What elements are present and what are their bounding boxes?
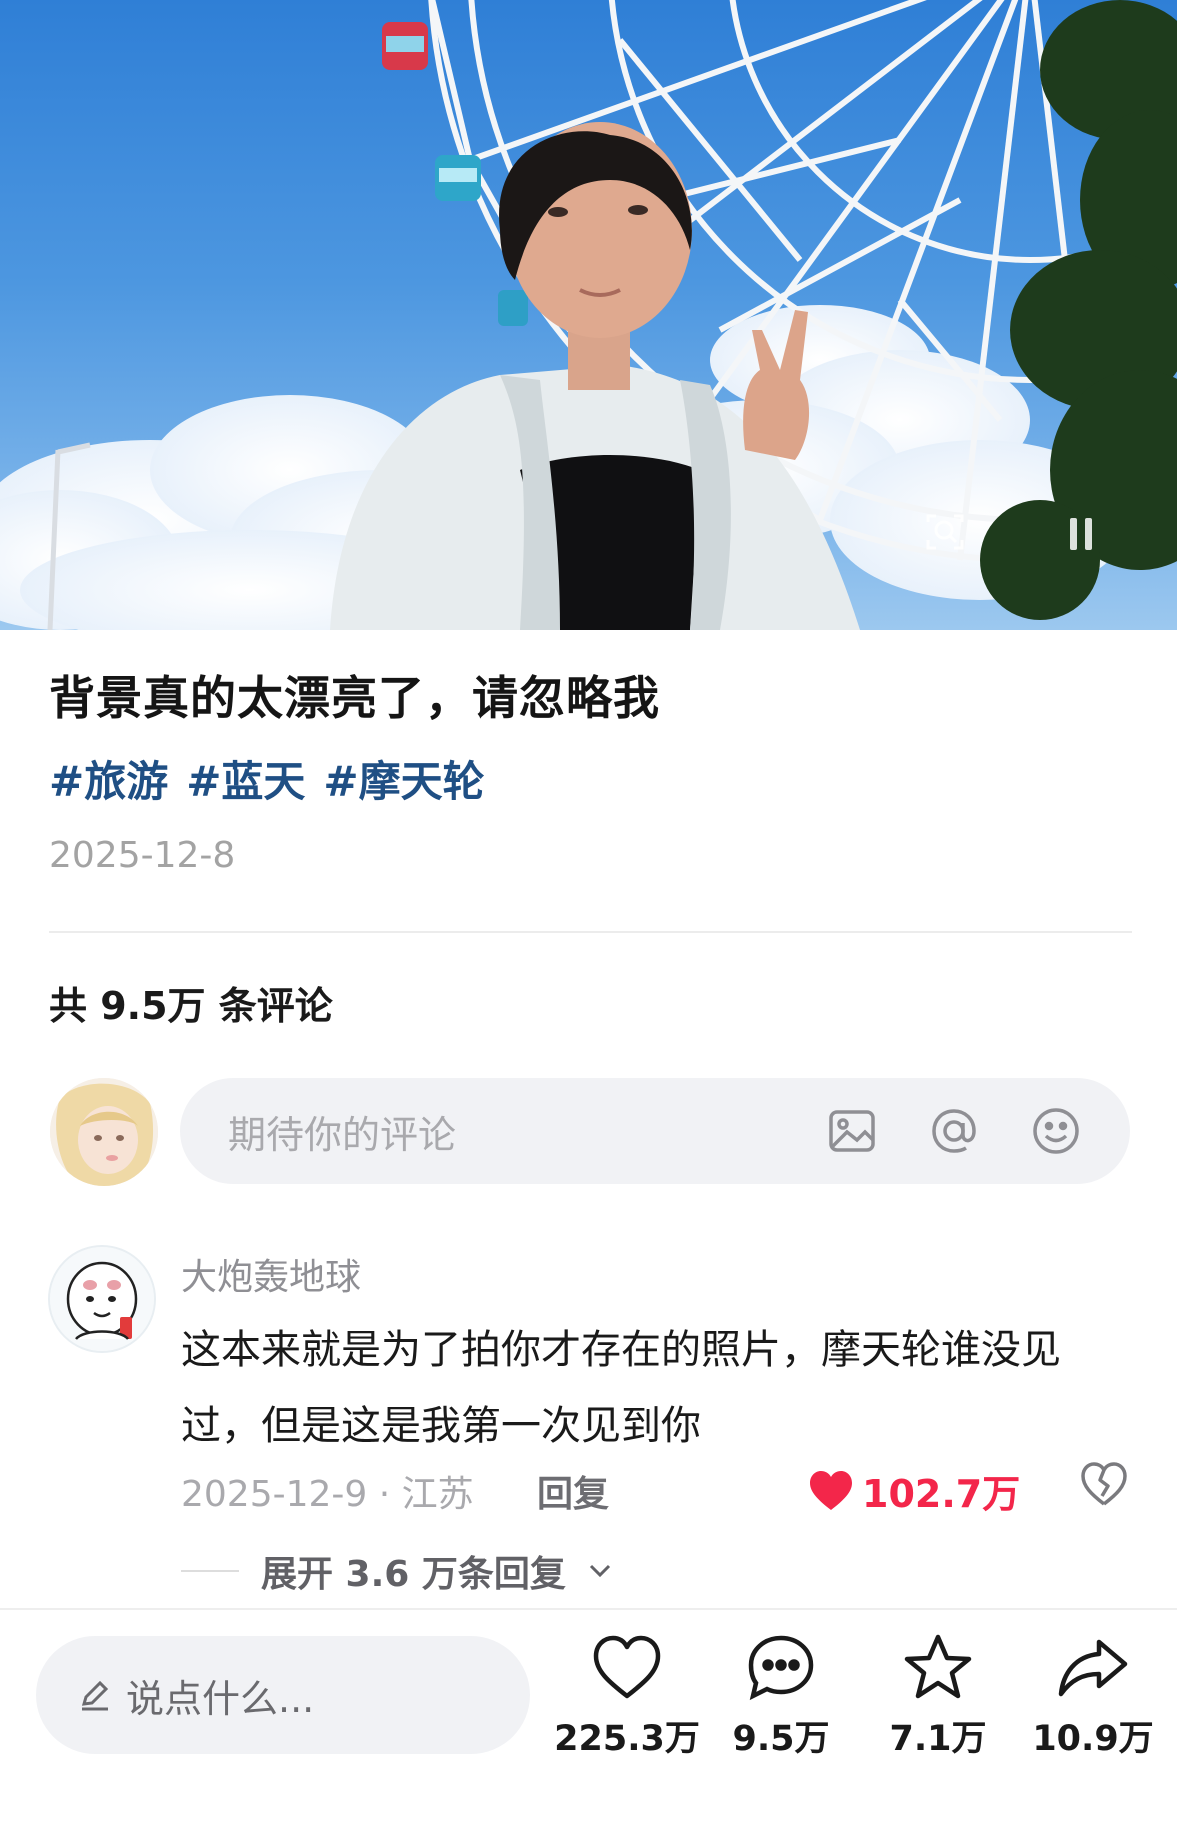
star-icon <box>904 1634 972 1699</box>
at-icon[interactable] <box>926 1103 982 1159</box>
post-photo[interactable] <box>0 0 1177 630</box>
expand-replies[interactable]: 展开 3.6 万条回复 <box>181 1545 612 1597</box>
comment-input[interactable]: 期待你的评论 <box>180 1078 1130 1184</box>
bottom-bar-divider <box>0 1608 1177 1610</box>
person <box>330 122 860 630</box>
heart-icon <box>593 1635 661 1699</box>
commenter-avatar[interactable] <box>48 1245 156 1353</box>
commenter-username[interactable]: 大炮轰地球 <box>181 1248 361 1300</box>
comment-input-placeholder: 期待你的评论 <box>228 1112 457 1157</box>
say-something-placeholder: 说点什么... <box>126 1676 315 1721</box>
image-icon[interactable] <box>824 1103 880 1159</box>
share-count: 10.9万 <box>1032 1719 1154 1759</box>
comment-text: 这本来就是为了拍你才存在的照片，摩天轮谁没见过，但是这是我第一次见到你 <box>181 1327 1061 1449</box>
comment-like-count: 102.7万 <box>862 1472 1021 1516</box>
hashtag-travel[interactable]: #旅游 <box>49 748 168 809</box>
photo-scene <box>0 0 1177 630</box>
emoji-icon[interactable] <box>1028 1103 1084 1159</box>
share-arrow-icon <box>1058 1639 1128 1697</box>
favorite-action[interactable]: 7.1万 <box>863 1630 1013 1761</box>
current-user-avatar[interactable] <box>50 1078 158 1186</box>
post-title: 背景真的太漂亮了，请忽略我 <box>49 671 660 725</box>
share-action[interactable]: 10.9万 <box>1018 1630 1168 1761</box>
comment-count: 共 9.5万 条评论 <box>49 984 333 1028</box>
gondolas <box>382 22 528 326</box>
divider <box>49 931 1132 933</box>
like-action[interactable]: 225.3万 <box>552 1630 702 1761</box>
pencil-icon <box>81 1680 109 1711</box>
chevron-down-icon <box>589 1564 610 1578</box>
comment-meta: 2025-12-9 · 江苏 <box>181 1474 474 1515</box>
favorite-count: 7.1万 <box>889 1719 987 1759</box>
broken-heart-icon[interactable] <box>1080 1462 1128 1510</box>
comment-like-button[interactable]: 102.7万 <box>808 1463 1020 1518</box>
post-tags: #旅游 #蓝天 #摩天轮 <box>49 748 485 809</box>
comment-count-bottom: 9.5万 <box>732 1719 830 1759</box>
expand-line <box>181 1570 239 1572</box>
like-count: 225.3万 <box>554 1719 700 1759</box>
comment-action[interactable]: 9.5万 <box>706 1630 856 1761</box>
post-date: 2025-12-8 <box>49 835 236 876</box>
hashtag-ferris-wheel[interactable]: #摩天轮 <box>323 748 484 809</box>
post-detail-screen: 背景真的太漂亮了，请忽略我 #旅游 #蓝天 #摩天轮 2025-12-8 共 9… <box>0 0 1177 1836</box>
comment-bubble-icon <box>748 1635 814 1701</box>
expand-replies-label: 展开 3.6 万条回复 <box>261 1554 566 1595</box>
lens-icon[interactable] <box>922 508 978 564</box>
say-something-input[interactable]: 说点什么... <box>36 1636 530 1754</box>
reply-button[interactable]: 回复 <box>537 1465 609 1517</box>
pause-icon[interactable] <box>1066 516 1110 560</box>
heart-filled-icon <box>810 1470 852 1510</box>
hashtag-blue-sky[interactable]: #蓝天 <box>186 748 305 809</box>
